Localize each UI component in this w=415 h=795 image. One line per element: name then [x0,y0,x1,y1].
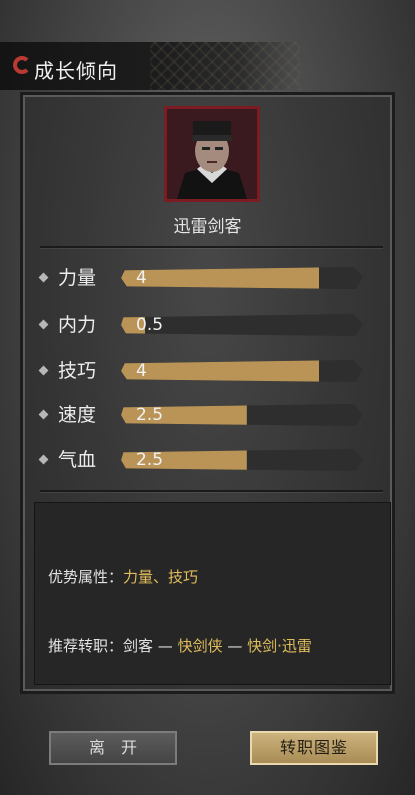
stat-row-speed: 速度 2.5 [0,401,415,431]
recommend-sep: — [153,637,178,655]
recommend-start: 剑客 [123,637,154,655]
banner-pattern [150,42,300,90]
diamond-icon [38,409,49,420]
diamond-icon [38,454,49,465]
stat-label: 力量 [58,267,97,289]
character-name: 迅雷剑客 [173,217,242,237]
stat-value: 2.5 [136,405,164,425]
leave-button[interactable]: 离开 [49,731,177,765]
diamond-icon [38,272,49,283]
stat-label: 速度 [58,404,97,426]
stat-value: 0.5 [136,315,164,335]
advantage-line: 优势属性：力量、技巧 [48,566,198,587]
stat-label: 内力 [58,314,97,336]
character-portrait [164,106,260,202]
stat-label: 气血 [58,449,97,471]
diamond-icon [38,319,49,330]
stat-value: 2.5 [136,450,164,470]
diamond-icon [38,365,49,376]
page-title: 成长倾向 [34,59,118,83]
recommend-mid: 快剑侠 [177,637,223,655]
stat-label: 技巧 [58,360,97,382]
recommend-label: 推荐转职： [48,637,124,655]
info-box [34,502,391,685]
recommend-end: 快剑·迅雷 [247,637,312,655]
title-ring-icon [13,56,31,74]
divider-bottom [40,490,383,492]
stat-value: 4 [136,268,147,288]
stat-bar [121,360,363,382]
stat-row-vitality: 气血 2.5 [0,446,415,476]
recommend-sep: — [222,637,248,655]
recommend-line: 推荐转职：剑客 — 快剑侠 — 快剑·迅雷 [48,635,312,656]
advantage-value: 力量、技巧 [123,568,199,586]
stat-row-inner-power: 内力 0.5 [0,311,415,341]
stat-bar-fill [121,360,320,382]
stat-value: 4 [136,361,147,381]
stat-bar-fill [121,267,320,289]
stat-row-strength: 力量 4 [0,264,415,294]
stat-row-skill: 技巧 4 [0,357,415,387]
job-atlas-button[interactable]: 转职图鉴 [250,731,378,765]
divider-top [40,246,383,248]
stat-bar [121,267,363,289]
advantage-label: 优势属性： [48,568,124,586]
